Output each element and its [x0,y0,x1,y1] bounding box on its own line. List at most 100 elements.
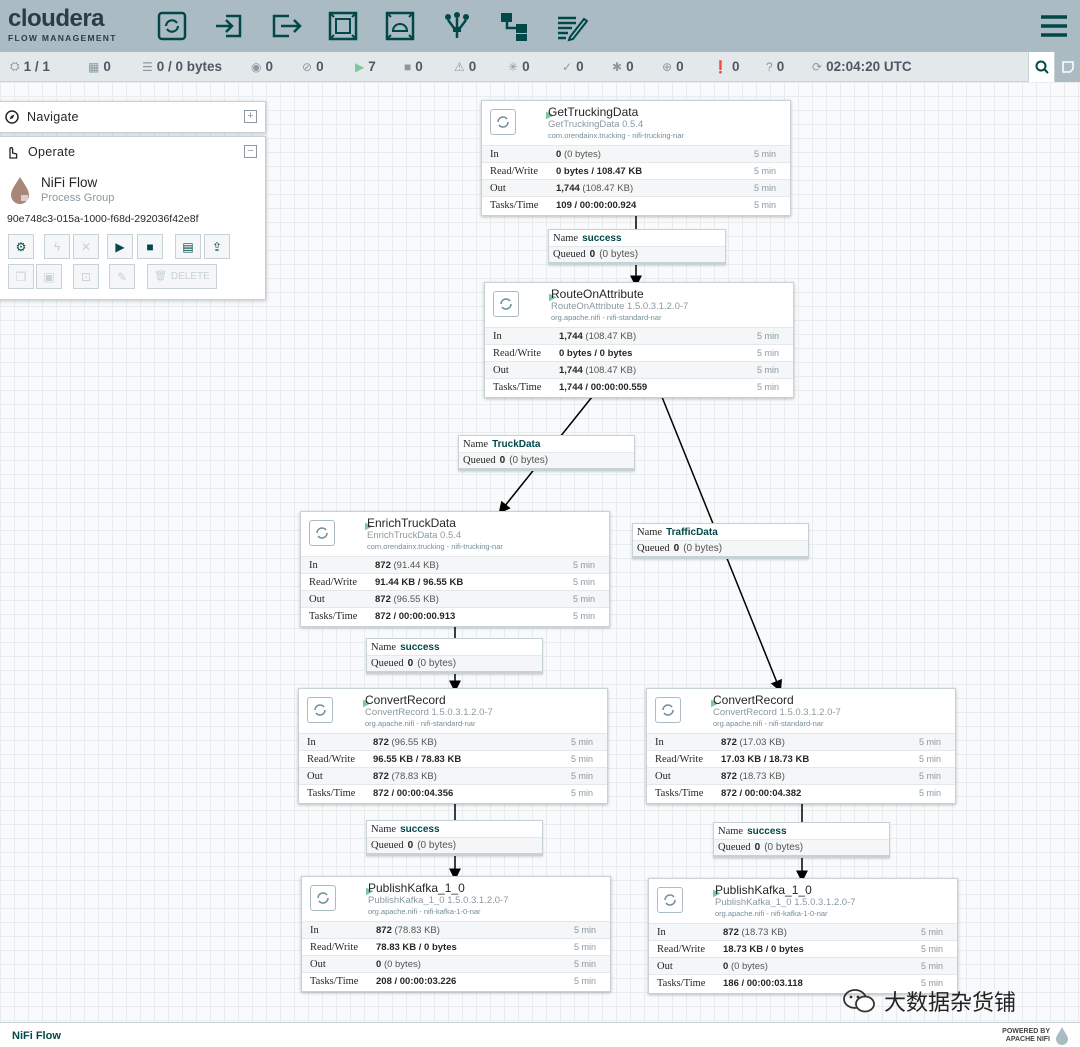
input-port-icon[interactable] [209,6,249,46]
stat-time: 5 min [756,382,779,392]
navigate-header[interactable]: Navigate [0,102,265,132]
stat-value: 872 (78.83 KB) [376,925,440,936]
stat-value: 96.55 KB / 78.83 KB [373,753,462,765]
stat-value: 1,744 (108.47 KB) [559,365,636,376]
upload-icon: ⇪ [211,239,223,254]
stat-label: Tasks/Time [310,975,359,987]
stat-in: In 0 (0 bytes) 5 min [482,145,790,162]
connection-label-success-2[interactable]: Name success Queued 0 (0 bytes) [366,638,543,674]
group-button[interactable]: ⊡ [73,264,99,289]
stop-icon: ■ [146,239,154,254]
connection-queued-label: Queued [371,658,404,669]
connection-queued-size: (0 bytes) [417,658,457,669]
bulletin-button[interactable] [1054,52,1080,82]
footer-bar: NiFi Flow POWERED BY APACHE NIFI [0,1022,1080,1047]
connection-name: TrafficData [666,526,718,538]
threads-icon: ▦ [88,59,100,74]
process-group-icon[interactable] [323,6,363,46]
connection-label-success-3[interactable]: Name success Queued 0 (0 bytes) [366,820,543,856]
flow-type: Process Group [41,192,115,204]
processor-gettruckingdata[interactable]: ▶ GetTruckingData GetTruckingData 0.5.4 com… [481,100,791,216]
collapse-toggle[interactable]: − [244,145,257,158]
status-bar: ⛭ 1 / 1 ▦ 0 ☰ 0 / 0 bytes ◉ 0 ⊘ 0 ▶ 7 ■ 0 ⚠ 0 ✳ 0… [0,52,1080,82]
stat-label: In [309,559,318,571]
stat-label: Out [307,770,323,782]
stale-icon: ⊕ [662,59,673,74]
status-refresh[interactable]: ⟳ 02:04:20 UTC [812,59,912,74]
stat-value: 872 (78.83 KB) [373,771,437,782]
stat-label: Tasks/Time [657,977,706,989]
upload-template-button[interactable]: ⇪ [204,234,230,259]
stop-button[interactable]: ■ [137,234,163,259]
enable-button[interactable]: ϟ [44,234,70,259]
stat-time: 5 min [918,771,941,781]
copy-icon: ❐ [15,269,27,284]
connection-name-row: Name success [367,821,542,838]
search-button[interactable] [1028,52,1054,82]
processor-icon[interactable] [152,6,192,46]
refresh-icon[interactable]: ⟳ [812,60,822,74]
processor-convertrecord-left[interactable]: ▶ ConvertRecord ConvertRecord 1.5.0.3.1.2.… [298,688,608,804]
processor-convertrecord-right[interactable]: ▶ ConvertRecord ConvertRecord 1.5.0.3.1.2.… [646,688,956,804]
breadcrumb[interactable]: NiFi Flow [12,1030,61,1042]
disable-button[interactable]: ✕ [73,234,99,259]
output-port-icon[interactable] [266,6,306,46]
queued-count: 0 / 0 bytes [156,59,223,74]
stat-value: 0 (0 bytes) [376,959,421,970]
start-button[interactable]: ▶ [107,234,133,259]
processor-stats: In 1,744 (108.47 KB) 5 min Read/Write 0 byte… [485,327,793,395]
processor-enrichtruckdata[interactable]: ▶ EnrichTruckData EnrichTruckData 0.5.4 com… [300,511,610,627]
stat-out-size: (78.83 KB) [391,770,437,782]
error-icon: ❗ [713,59,728,74]
processor-routeonattribute[interactable]: ▶ RouteOnAttribute RouteOnAttribute 1.5.0.… [484,282,794,398]
connection-label-trafficdata[interactable]: Name TrafficData Queued 0 (0 bytes) [632,523,809,559]
create-template-button[interactable]: ▤ [175,234,201,259]
threads-count: 0 [103,59,111,74]
processor-bundle: org.apache.nifi - nifi-standard-nar [551,313,662,322]
color-button[interactable]: ✎ [109,264,135,289]
expand-toggle[interactable]: + [244,110,257,123]
processor-type: ConvertRecord 1.5.0.3.1.2.0-7 [365,707,493,718]
hamburger-menu-icon[interactable] [1038,10,1070,42]
powered-line2: APACHE NIFI [1005,1036,1050,1043]
delete-button[interactable]: 🗑 DELETE [147,264,217,289]
stat-value: 109 / 00:00:00.924 [556,199,637,211]
processor-publishkafka-left[interactable]: ▶ PublishKafka_1_0 PublishKafka_1_0 1.5.0.… [301,876,611,992]
copy-button[interactable]: ❐ [8,264,34,289]
running-count: 7 [368,59,376,74]
connection-label-success-4[interactable]: Name success Queued 0 (0 bytes) [713,822,890,858]
template-icon[interactable] [494,6,534,46]
connection-name-row: Name TrafficData [633,524,808,541]
status-invalid: ⚠ 0 [454,59,476,74]
configure-button[interactable]: ⚙ [8,234,34,259]
operate-panel: Operate − NiFi Flow Process Group 90e748… [0,136,266,300]
stat-label: Read/Write [655,753,703,765]
up-to-date-count: 0 [576,59,584,74]
processor-bundle: com.orendainx.trucking - nifi-trucking-n… [548,131,684,140]
operate-header[interactable]: Operate [0,137,265,167]
status-errors: ❗ 0 [713,59,739,74]
remote-process-group-icon[interactable] [380,6,420,46]
stat-readwrite: Read/Write 0 bytes / 108.47 KB 5 min [482,162,790,179]
processor-name: ConvertRecord [365,693,446,707]
processor-bundle: com.orendainx.trucking - nifi-trucking-n… [367,542,503,551]
stat-label: Tasks/Time [309,610,358,622]
stat-in: In 872 (18.73 KB) 5 min [649,923,957,940]
processor-bundle: org.apache.nifi - nifi-standard-nar [365,719,476,728]
brand-name: cloudera [8,5,105,32]
stat-value: 0 bytes / 108.47 KB [556,165,643,177]
processor-publishkafka-right[interactable]: ▶ PublishKafka_1_0 PublishKafka_1_0 1.5.0.… [648,878,958,994]
asterisk-icon: ✱ [612,59,623,74]
paste-button[interactable]: ▣ [36,264,62,289]
stat-out-size: (108.47 KB) [582,182,634,194]
label-icon[interactable] [551,6,591,46]
stat-value: 872 / 00:00:04.356 [373,787,454,799]
stat-value: 872 (18.73 KB) [721,771,785,782]
connection-label-truckdata[interactable]: Name TruckData Queued 0 (0 bytes) [458,435,635,471]
funnel-icon[interactable] [437,6,477,46]
connection-queued-count: 0 [407,658,414,669]
connection-label-success-1[interactable]: Name success Queued 0 (0 bytes) [548,229,726,265]
connection-name-label: Name [553,232,579,244]
processor-type: PublishKafka_1_0 1.5.0.3.1.2.0-7 [368,895,509,906]
processor-type: GetTruckingData 0.5.4 [548,119,644,130]
